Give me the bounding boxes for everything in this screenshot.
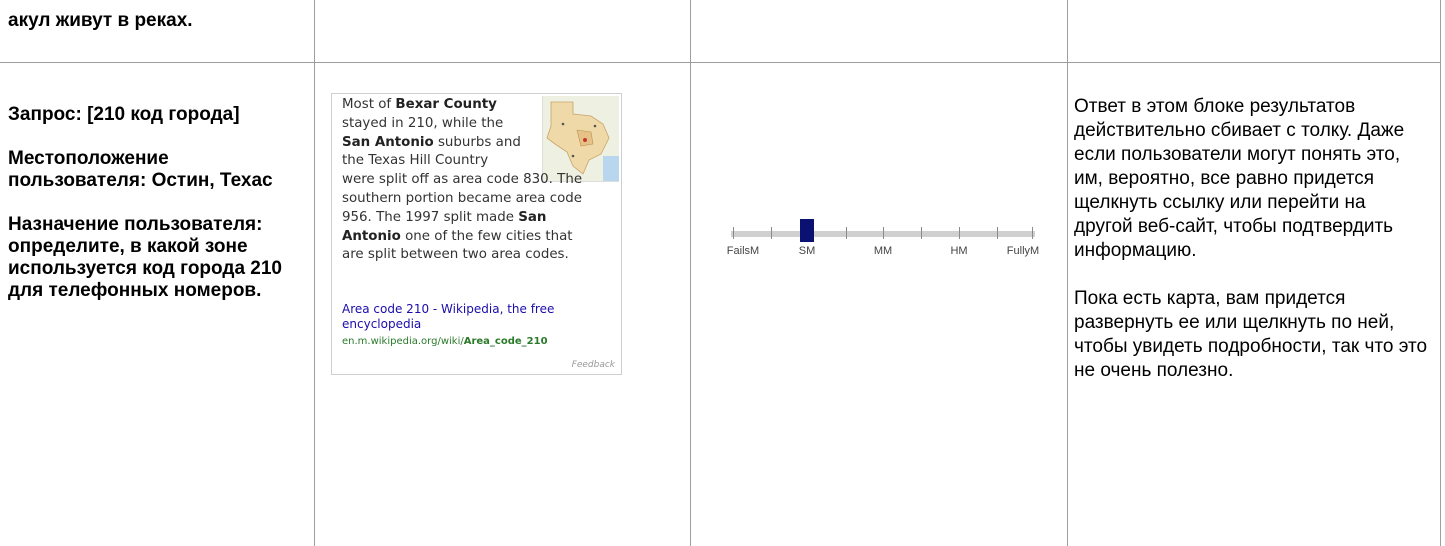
snippet-run: one of the few cities that bbox=[400, 228, 573, 244]
rating-label-hm[interactable]: HM bbox=[950, 245, 967, 257]
rating-tick bbox=[771, 227, 772, 239]
snippet-line: San Antonio suburbs and bbox=[342, 134, 616, 153]
snippet-line: are split between two area codes. bbox=[342, 246, 616, 265]
snippet-run: the Texas Hill Country bbox=[342, 153, 489, 169]
snippet-run: Bexar County bbox=[395, 97, 497, 112]
query-text: Запрос: [210 код города] bbox=[8, 104, 240, 125]
snippet-run: suburbs and bbox=[433, 134, 521, 150]
snippet-line: 956. The 1997 split made San bbox=[342, 209, 616, 228]
snippet-run: Antonio bbox=[342, 228, 401, 244]
snippet-line: were split off as area code 830. The bbox=[342, 171, 616, 190]
rating-scale[interactable]: FailsM SM MM HM FullyM bbox=[727, 219, 1039, 264]
rating-label-fullym[interactable]: FullyM bbox=[1007, 245, 1039, 257]
snippet-line: Antonio one of the few cities that bbox=[342, 228, 616, 247]
table-border-2 bbox=[690, 0, 691, 546]
snippet-run: were split off as area code 830. The bbox=[342, 172, 583, 188]
snippet-run: San Antonio bbox=[342, 134, 434, 150]
table-border-1 bbox=[314, 0, 315, 546]
snippet-run: stayed in 210, while the bbox=[342, 115, 504, 131]
user-intent-text: Назначение пользователя: определите, в к… bbox=[8, 214, 282, 301]
comment-paragraph-2: Пока есть карта, вам придется развернуть… bbox=[1074, 288, 1428, 381]
rating-tick bbox=[921, 227, 922, 239]
rating-label-mm[interactable]: MM bbox=[874, 245, 892, 257]
comment-paragraph-1: Ответ в этом блоке результатов действите… bbox=[1074, 96, 1405, 261]
search-result-snippet: Most of Bexar County stayed in 210, while… bbox=[331, 93, 622, 375]
rating-marker[interactable] bbox=[800, 219, 814, 242]
rating-label-failsm[interactable]: FailsM bbox=[727, 245, 759, 257]
row-divider bbox=[0, 62, 1441, 63]
snippet-line: Most of Bexar County bbox=[342, 96, 616, 115]
snippet-line: the Texas Hill Country bbox=[342, 152, 616, 171]
snippet-line: southern portion became area code bbox=[342, 190, 616, 209]
comment-text: Ответ в этом блоке результатов действите… bbox=[1074, 95, 1429, 407]
snippet-link[interactable]: Area code 210 - Wikipedia, the free ency… bbox=[342, 302, 602, 332]
snippet-run: Most of bbox=[342, 97, 396, 112]
previous-row-text: акул живут в реках. bbox=[8, 10, 193, 31]
snippet-line: stayed in 210, while the bbox=[342, 115, 616, 134]
rating-tick bbox=[1032, 227, 1033, 239]
rating-tick bbox=[959, 227, 960, 239]
table-border-3 bbox=[1067, 0, 1068, 546]
task-description: Запрос: [210 код города] Местоположение … bbox=[8, 104, 298, 324]
user-location-text: Местоположение пользователя: Остин, Теха… bbox=[8, 148, 273, 191]
snippet-text: Most of Bexar County stayed in 210, while… bbox=[342, 96, 616, 265]
snippet-url[interactable]: en.m.wikipedia.org/wiki/Area_code_210 bbox=[342, 336, 548, 347]
feedback-link[interactable]: Feedback bbox=[572, 360, 615, 370]
snippet-run: are split between two area codes. bbox=[342, 247, 569, 263]
table-border-right bbox=[1440, 0, 1441, 546]
rating-tick bbox=[883, 227, 884, 239]
rating-tick bbox=[846, 227, 847, 239]
rating-tick bbox=[997, 227, 998, 239]
snippet-run: 956. The 1997 split made bbox=[342, 209, 519, 225]
snippet-run: southern portion became area code bbox=[342, 190, 583, 206]
rating-label-sm[interactable]: SM bbox=[799, 245, 816, 257]
rating-tick bbox=[733, 227, 734, 239]
snippet-run: San bbox=[518, 209, 547, 225]
